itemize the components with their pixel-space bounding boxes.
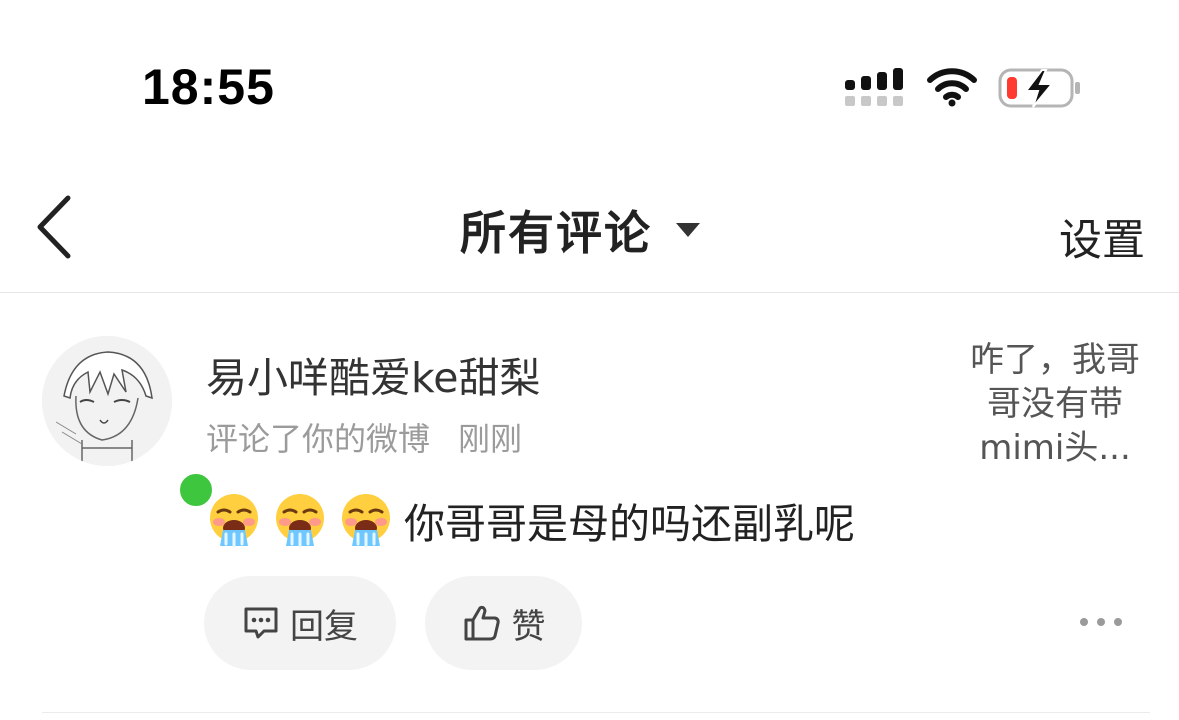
comment-meta: 评论了你的微博 刚刚	[206, 414, 522, 460]
status-bar: 18:55	[0, 0, 1179, 150]
filter-dropdown[interactable]: 所有评论	[460, 200, 700, 260]
like-button[interactable]: 赞	[425, 576, 582, 670]
reply-label: 回复	[290, 606, 358, 647]
comment-action: 评论了你的微博	[206, 420, 431, 458]
comment-time: 刚刚	[458, 420, 523, 458]
back-icon[interactable]	[34, 194, 74, 260]
status-time: 18:55	[142, 59, 275, 115]
settings-button[interactable]: 设置	[1059, 206, 1145, 268]
more-options-icon[interactable]	[1080, 610, 1122, 634]
avatar-image	[42, 336, 172, 466]
comment-item: 易小咩酷爱ke甜梨 评论了你的微博 刚刚 你哥哥是母的吗还副乳呢 咋了，我哥哥没…	[0, 294, 1179, 720]
vomit-emoji-icon	[210, 494, 258, 548]
page-title: 所有评论	[460, 206, 652, 260]
username[interactable]: 易小咩酷爱ke甜梨	[206, 344, 541, 404]
battery-charging-icon	[998, 68, 1080, 108]
reply-comment-icon	[244, 607, 278, 639]
comment-body: 你哥哥是母的吗还副乳呢	[206, 490, 855, 550]
reply-button[interactable]: 回复	[204, 576, 396, 670]
divider	[42, 712, 1150, 713]
thumbs-up-icon	[464, 605, 500, 641]
cellular-signal-icon	[845, 68, 903, 106]
vomit-emoji-icon	[342, 494, 390, 548]
wifi-icon	[927, 68, 977, 107]
avatar[interactable]	[42, 336, 216, 510]
quoted-post-preview[interactable]: 咋了，我哥哥没有带mimi头...	[960, 338, 1150, 470]
vomit-emoji-icon	[276, 494, 324, 548]
comment-text: 你哥哥是母的吗还副乳呢	[404, 500, 855, 548]
dropdown-triangle-icon	[676, 223, 700, 237]
like-label: 赞	[511, 606, 546, 647]
navigation-bar: 所有评论 设置	[0, 170, 1179, 293]
